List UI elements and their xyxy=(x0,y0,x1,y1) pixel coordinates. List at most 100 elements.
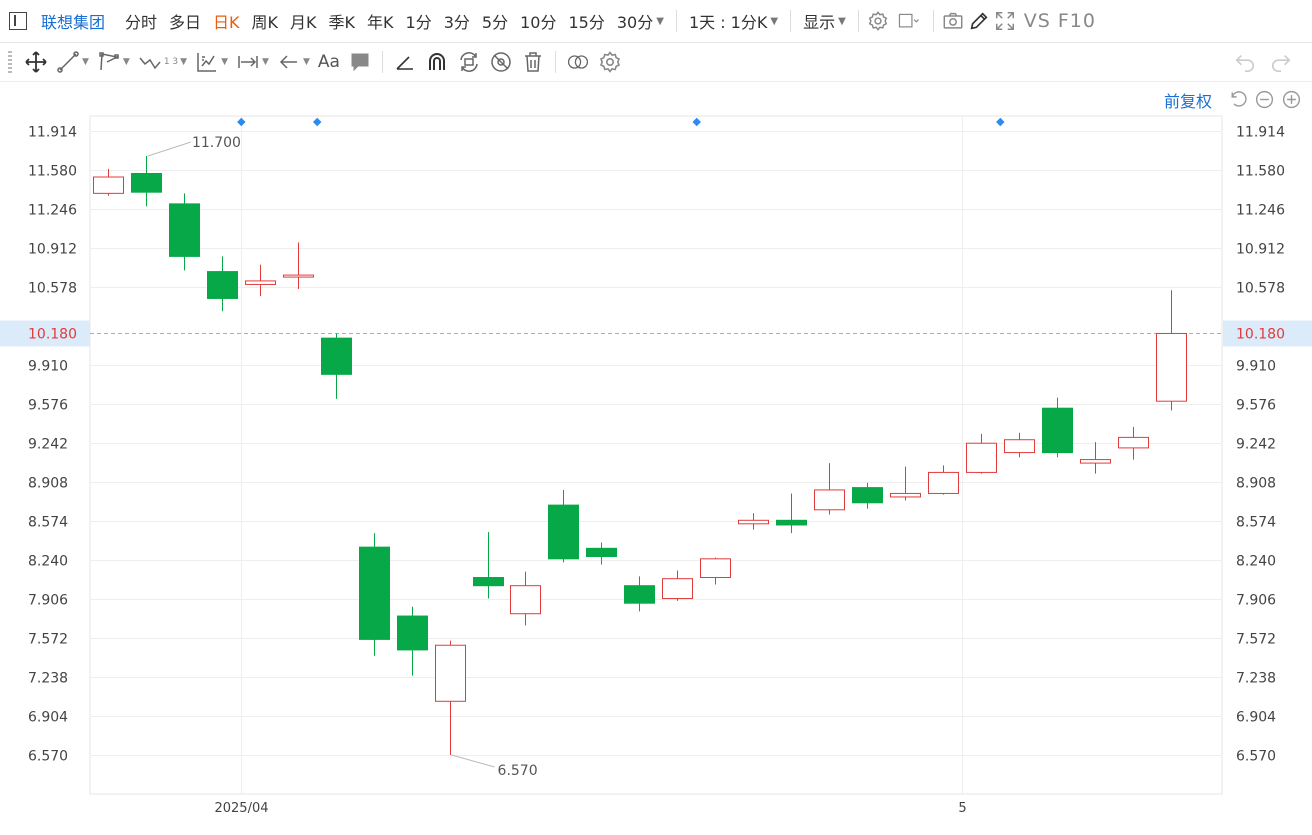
candle xyxy=(435,640,466,755)
y-tick-label: 7.572 xyxy=(1236,632,1276,648)
candle-body xyxy=(207,271,238,299)
y-tick-label: 8.908 xyxy=(1236,476,1276,492)
y-tick-label: 8.574 xyxy=(1236,515,1276,531)
x-tick-label: 2025/04 xyxy=(214,801,268,816)
y-tick-label: 7.238 xyxy=(28,671,68,687)
y-tick-label: 6.570 xyxy=(28,749,68,765)
y-tick-label: 10.912 xyxy=(1236,242,1285,258)
y-tick-label: 10.912 xyxy=(28,242,77,258)
candle xyxy=(510,571,541,626)
y-tick-label: 9.242 xyxy=(1236,437,1276,453)
y-tick-label: 8.240 xyxy=(28,554,68,570)
plot-area-frame xyxy=(89,115,1223,795)
y-tick-label: 11.914 xyxy=(28,125,77,141)
candle xyxy=(207,256,238,312)
candle-body xyxy=(966,442,997,473)
y-tick-label: 10.180 xyxy=(28,327,77,343)
candle xyxy=(1080,442,1111,474)
low-annotation-leader xyxy=(451,754,495,768)
candle-body xyxy=(510,585,541,615)
y-tick-label: 9.576 xyxy=(28,398,68,414)
candle xyxy=(700,557,731,585)
high-annotation-leader xyxy=(147,141,192,157)
candle-body xyxy=(548,504,579,560)
candle xyxy=(776,493,807,534)
candlestick-chart[interactable]: 11.700 6.570 11.914 11.914 11.580 11.580 11.2… xyxy=(0,0,1312,835)
y-tick-label: 11.580 xyxy=(1236,164,1285,180)
candle-body xyxy=(586,547,617,557)
candle xyxy=(928,465,959,495)
candle xyxy=(738,513,769,530)
y-tick-label: 10.578 xyxy=(1236,281,1285,297)
candle xyxy=(966,433,997,474)
candle xyxy=(397,606,428,676)
event-marker xyxy=(692,117,701,127)
y-tick-label: 10.578 xyxy=(28,281,77,297)
candle-body xyxy=(1080,459,1111,464)
candles-layer xyxy=(93,155,1187,755)
candle-body xyxy=(624,585,655,604)
y-tick-label: 8.908 xyxy=(28,476,68,492)
y-tick-label: 10.180 xyxy=(1236,327,1285,343)
candle xyxy=(548,489,579,563)
grid-layer xyxy=(90,116,1222,794)
candle xyxy=(131,155,162,207)
candle-body xyxy=(435,644,466,702)
y-tick-label: 11.580 xyxy=(28,164,77,180)
candle-body xyxy=(662,578,693,600)
candle-body xyxy=(245,280,276,285)
low-annotation-label: 6.570 xyxy=(498,763,538,779)
candle xyxy=(359,533,390,656)
y-tick-label: 6.570 xyxy=(1236,749,1276,765)
y-tick-label: 9.242 xyxy=(28,437,68,453)
candle-body xyxy=(700,558,731,579)
y-tick-label: 9.910 xyxy=(1236,359,1276,375)
event-marker xyxy=(996,117,1005,127)
candle xyxy=(1156,290,1187,411)
candle xyxy=(321,333,352,399)
candle xyxy=(890,466,921,501)
y-tick-label: 7.572 xyxy=(28,632,68,648)
candle-body xyxy=(814,489,845,511)
candle-body xyxy=(321,337,352,375)
candle xyxy=(624,576,655,612)
candle xyxy=(93,168,124,196)
candle xyxy=(169,193,200,271)
candle-body xyxy=(397,615,428,651)
candle xyxy=(1004,432,1035,458)
candle xyxy=(1042,397,1073,458)
y-tick-label: 8.240 xyxy=(1236,554,1276,570)
y-tick-label: 7.906 xyxy=(28,593,68,609)
y-tick-label: 9.910 xyxy=(28,359,68,375)
candle xyxy=(814,463,845,515)
candle-body xyxy=(1118,436,1149,449)
candle-body xyxy=(776,519,807,526)
candle xyxy=(852,482,883,509)
event-marker xyxy=(312,117,322,127)
y-tick-label: 7.238 xyxy=(1236,671,1276,687)
candle xyxy=(586,542,617,565)
y-tick-label: 11.246 xyxy=(28,203,77,219)
y-tick-label: 6.904 xyxy=(28,710,68,726)
candle-body xyxy=(131,173,162,193)
y-tick-label: 11.246 xyxy=(1236,203,1285,219)
candle-body xyxy=(890,492,921,498)
candle-body xyxy=(359,546,390,640)
event-marker xyxy=(237,117,246,127)
candle-body xyxy=(738,519,769,525)
candle-body xyxy=(928,471,959,494)
candle xyxy=(662,570,693,601)
annotation-layer: 11.700 6.570 xyxy=(147,117,1005,779)
y-tick-label: 11.914 xyxy=(1236,125,1285,141)
candle-body xyxy=(169,203,200,257)
candle-body xyxy=(1156,332,1187,402)
x-tick-label: 5 xyxy=(958,801,966,816)
candle xyxy=(1118,426,1149,460)
candle-body xyxy=(93,176,124,194)
y-tick-label: 7.906 xyxy=(1236,593,1276,609)
candle xyxy=(473,531,504,599)
candle-body xyxy=(852,487,883,504)
candle xyxy=(283,242,314,290)
y-tick-label: 9.576 xyxy=(1236,398,1276,414)
candle-body xyxy=(283,274,314,278)
